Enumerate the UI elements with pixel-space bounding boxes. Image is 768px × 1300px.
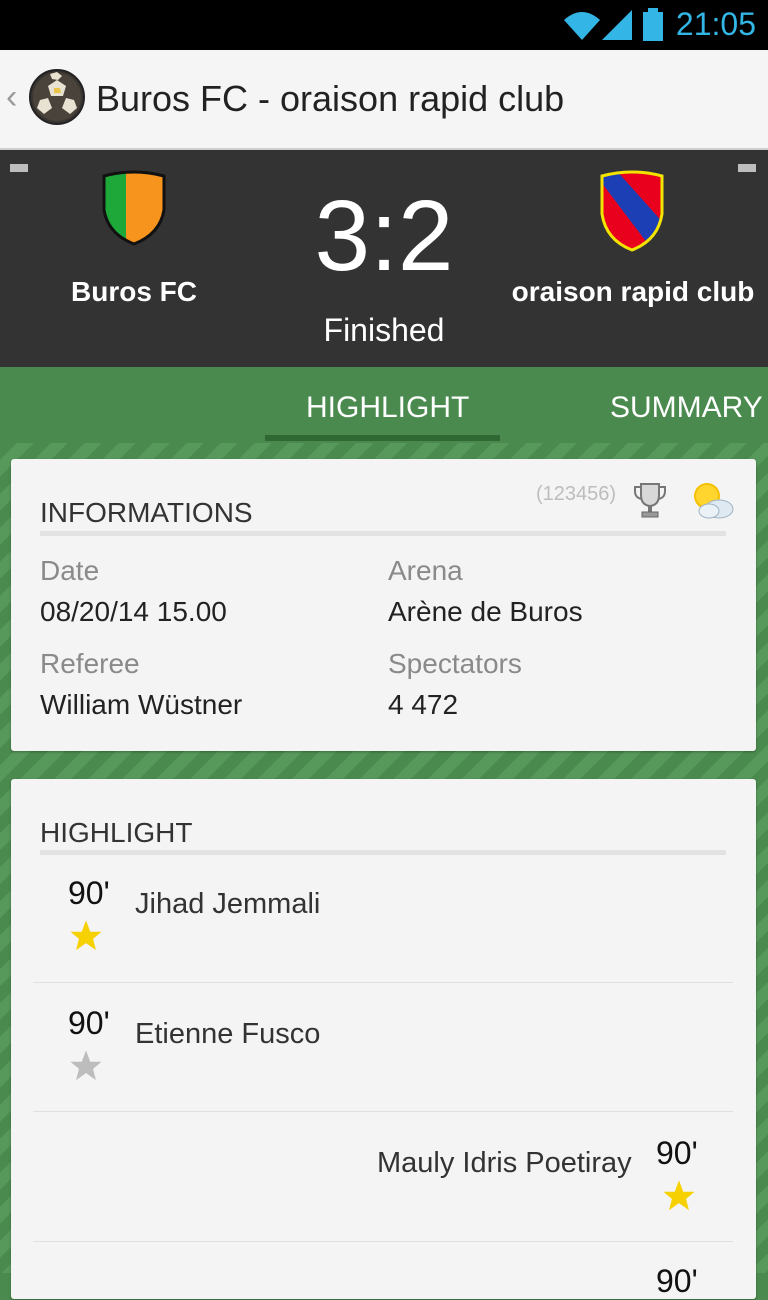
tab-bar: HIGHLIGHT SUMMARY [0, 367, 768, 443]
event-minute: 90' [68, 1005, 110, 1041]
match-id: (123456) [536, 483, 617, 505]
action-bar: ‹ Buros FC - oraison rapid club [0, 50, 768, 150]
section-divider [40, 531, 726, 536]
event-minute: 90' [656, 1135, 698, 1171]
referee-value: William Wüstner [40, 689, 243, 720]
grey-star-icon [70, 1050, 102, 1081]
row-divider [33, 1111, 733, 1112]
event-player[interactable]: Etienne Fusco [135, 1018, 320, 1051]
highlight-card: HIGHLIGHT 90' Jihad Jemmali 90' Etienne … [11, 779, 756, 1299]
wifi-icon [564, 12, 600, 40]
event-minute: 90' [656, 1263, 698, 1299]
event-minute: 90' [68, 875, 110, 911]
informations-card: INFORMATIONS (123456) Date 08/20/14 15.0… [11, 459, 756, 751]
partly-sunny-icon[interactable] [689, 479, 735, 521]
match-score: 3:2 [314, 180, 454, 292]
scoreboard: Buros FC oraison rapid club 3:2 Finished [0, 150, 768, 367]
trophy-icon[interactable] [633, 481, 667, 519]
arena-label: Arena [388, 555, 463, 586]
section-divider [40, 850, 726, 855]
soccer-ball-icon[interactable] [28, 68, 86, 126]
status-time: 21:05 [675, 6, 756, 42]
spectators-value: 4 472 [388, 689, 459, 720]
arena-value[interactable]: Arène de Buros [388, 596, 583, 628]
date-value: 08/20/14 15.00 [40, 596, 227, 627]
chevron-left-icon[interactable]: ‹ [6, 78, 17, 117]
battery-icon [643, 8, 663, 41]
minimize-handle [10, 164, 28, 172]
event-player[interactable]: Mauly Idris Poetiray [377, 1147, 632, 1180]
tab-indicator [265, 435, 500, 441]
section-title: HIGHLIGHT [40, 817, 193, 848]
spectators-label: Spectators [388, 648, 522, 679]
date-label: Date [40, 555, 100, 586]
minimize-handle [738, 164, 756, 172]
signal-icon [602, 10, 632, 40]
referee-label: Referee [40, 648, 140, 679]
page-title: Buros FC - oraison rapid club [96, 78, 565, 119]
row-divider [33, 1241, 733, 1242]
status-bar: 21:05 [0, 0, 768, 50]
event-player[interactable]: Jihad Jemmali [135, 888, 320, 921]
tab-summary[interactable]: SUMMARY [610, 391, 763, 425]
section-title: INFORMATIONS [40, 497, 253, 528]
gold-star-icon [663, 1180, 695, 1211]
match-status: Finished [323, 312, 445, 348]
gold-star-icon [70, 920, 102, 951]
row-divider [33, 982, 733, 983]
tab-highlight[interactable]: HIGHLIGHT [306, 391, 469, 425]
